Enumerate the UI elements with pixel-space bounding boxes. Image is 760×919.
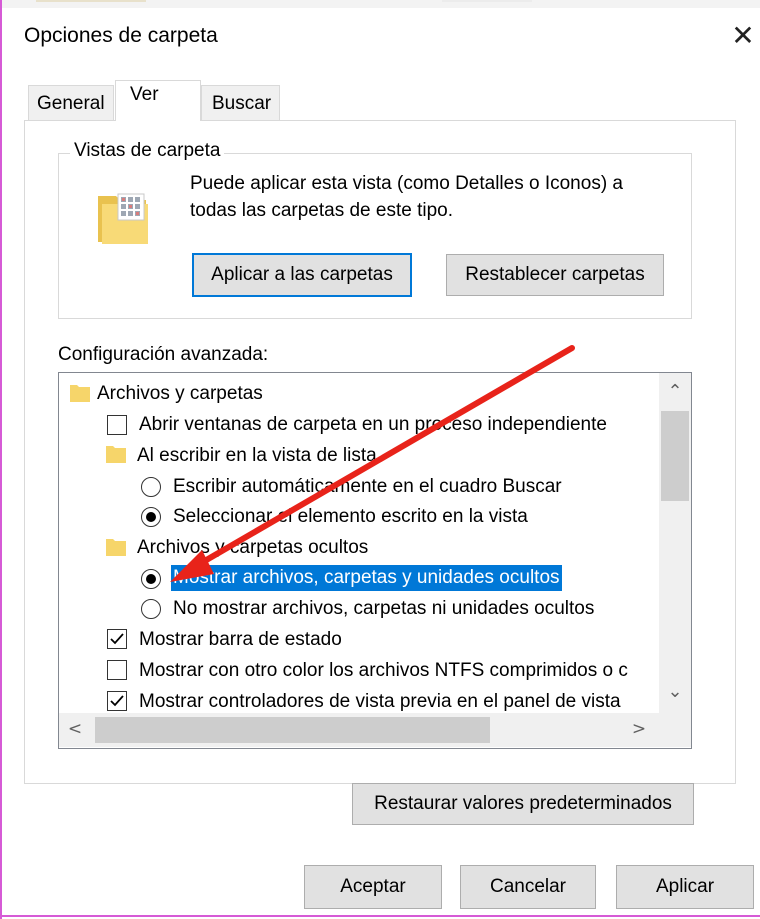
radio-dot (146, 574, 156, 584)
tab-ver[interactable]: Ver (115, 80, 201, 121)
scroll-up-icon[interactable]: ⌃ (659, 381, 691, 403)
apply-button[interactable]: Aplicar (616, 865, 754, 909)
close-icon[interactable]: ✕ (726, 16, 760, 56)
vertical-scrollbar[interactable]: ⌃ ⌄ (659, 373, 691, 713)
list-item[interactable]: Archivos y carpetas ocultos (137, 533, 368, 563)
scroll-right-icon[interactable]: > (629, 719, 649, 741)
radio-button[interactable] (141, 477, 161, 497)
list-item[interactable]: No mostrar archivos, carpetas ni unidade… (173, 594, 594, 624)
checkmark-icon (110, 633, 124, 645)
checkbox[interactable] (107, 660, 127, 680)
background-window-strip (2, 0, 760, 8)
vertical-scroll-thumb[interactable] (661, 411, 689, 501)
restore-defaults-button[interactable]: Restaurar valores predeterminados (352, 783, 694, 825)
tab-general[interactable]: General (28, 85, 114, 121)
folder-icon (106, 446, 126, 463)
window-border-left (0, 0, 2, 919)
checkmark-icon (110, 695, 124, 707)
window-title: Opciones de carpeta (24, 24, 218, 47)
folder-views-legend: Vistas de carpeta (70, 140, 225, 162)
reset-folders-button[interactable]: Restablecer carpetas (446, 254, 664, 296)
ok-button[interactable]: Aceptar (304, 865, 442, 909)
folder-views-description: Puede aplicar esta vista (como Detalles … (190, 173, 623, 221)
checkbox-checked[interactable] (107, 691, 127, 711)
advanced-settings-tree[interactable]: Archivos y carpetas Abrir ventanas de ca… (58, 372, 692, 749)
scrollbar-corner (659, 713, 691, 747)
radio-button[interactable] (141, 599, 161, 619)
background-window-fragment (36, 0, 146, 2)
checkbox-checked[interactable] (107, 629, 127, 649)
list-item[interactable]: Al escribir en la vista de lista (137, 441, 377, 471)
window-border-bottom (0, 915, 760, 917)
list-item[interactable]: Mostrar barra de estado (139, 625, 342, 655)
advanced-settings-label: Configuración avanzada: (58, 344, 269, 365)
horizontal-scroll-thumb[interactable] (95, 717, 490, 743)
apply-to-folders-button[interactable]: Aplicar a las carpetas (192, 253, 412, 297)
list-item-selected[interactable]: Mostrar archivos, carpetas y unidades oc… (171, 563, 562, 593)
folder-icon (70, 385, 90, 402)
cancel-button[interactable]: Cancelar (460, 865, 596, 909)
folder-grid-icon (98, 193, 148, 244)
radio-button-checked[interactable] (141, 507, 161, 527)
radio-button-checked[interactable] (141, 569, 161, 589)
list-item[interactable]: Escribir automáticamente en el cuadro Bu… (173, 472, 562, 502)
list-item[interactable]: Seleccionar el elemento escrito en la vi… (173, 502, 528, 532)
list-item[interactable]: Abrir ventanas de carpeta en un proceso … (139, 410, 607, 440)
radio-dot (146, 512, 156, 522)
list-item[interactable]: Archivos y carpetas (97, 379, 263, 409)
list-item[interactable]: Mostrar con otro color los archivos NTFS… (139, 656, 628, 686)
checkbox[interactable] (107, 415, 127, 435)
tab-buscar[interactable]: Buscar (201, 85, 281, 121)
folder-icon (106, 539, 126, 556)
scroll-down-icon[interactable]: ⌄ (659, 681, 691, 705)
background-window-fragment (442, 0, 532, 2)
scroll-left-icon[interactable]: < (65, 719, 85, 741)
folder-options-dialog: Opciones de carpeta ✕ General Buscar Ver… (0, 0, 760, 919)
horizontal-scrollbar[interactable]: < > (59, 713, 691, 747)
